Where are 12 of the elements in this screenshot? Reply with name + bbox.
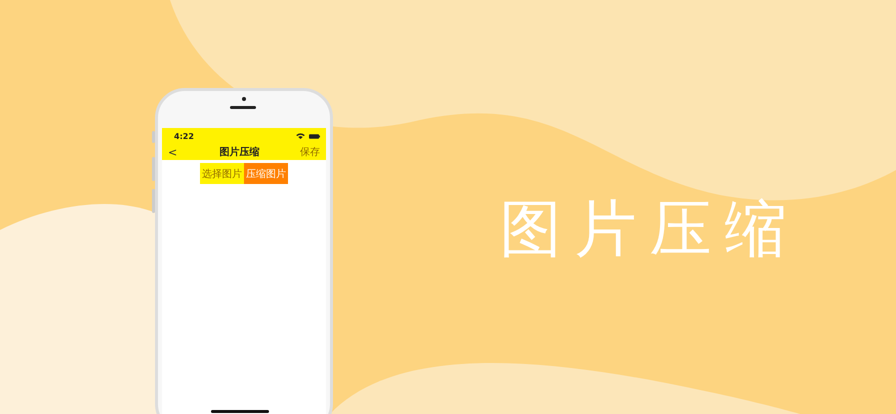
speaker-icon: [230, 106, 256, 109]
action-button[interactable]: 压缩图片: [244, 163, 288, 184]
camera-icon: [242, 97, 246, 101]
battery-icon: [309, 134, 320, 138]
wifi-icon: [296, 133, 305, 139]
status-time: 4:22: [174, 132, 195, 140]
home-indicator: [211, 410, 269, 413]
screen-title: 图片压缩: [220, 146, 260, 159]
headline: 图片压缩: [500, 192, 800, 267]
save-button[interactable]: 保存: [300, 145, 320, 159]
back-button[interactable]: <: [166, 146, 180, 158]
action-button[interactable]: 选择图片: [200, 163, 244, 184]
